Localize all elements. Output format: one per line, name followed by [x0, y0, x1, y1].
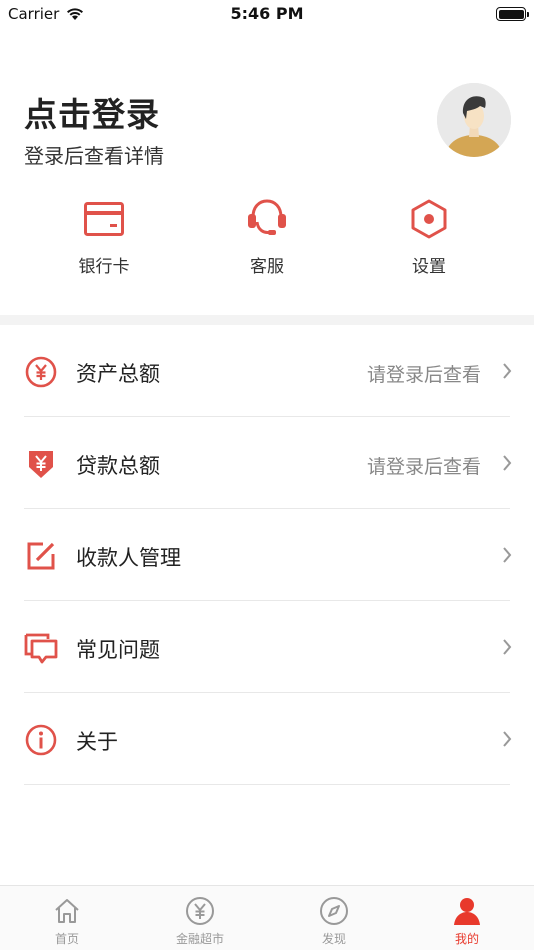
- yen-coin-icon: [186, 897, 214, 925]
- tab-mine[interactable]: 我的: [417, 896, 517, 947]
- tab-discover[interactable]: 发现: [284, 896, 384, 947]
- login-button[interactable]: 点击登录: [24, 88, 160, 136]
- chat-bubbles-icon: [24, 633, 58, 664]
- menu-item-total-assets[interactable]: 资产总额 请登录后查看: [0, 325, 534, 417]
- tab-label: 我的: [454, 932, 479, 946]
- customer-service-button[interactable]: 客服: [207, 196, 327, 277]
- tab-label: 发现: [321, 932, 346, 946]
- customer-service-label: 客服: [250, 257, 284, 277]
- menu-item-about[interactable]: 关于: [0, 693, 534, 785]
- menu-item-value: 请登录后查看: [366, 456, 481, 478]
- status-bar: Carrier 5:46 PM: [0, 0, 534, 30]
- headset-icon: [248, 199, 286, 235]
- chevron-right-icon: [503, 547, 512, 563]
- bank-card-button[interactable]: 银行卡: [44, 196, 164, 277]
- tab-label: 金融超市: [175, 932, 224, 946]
- chevron-right-icon: [503, 363, 512, 379]
- menu-item-label: 收款人管理: [76, 546, 181, 570]
- section-divider: [0, 315, 534, 325]
- quick-actions: 银行卡 客服 设置: [0, 196, 534, 286]
- bank-card-icon: [84, 202, 124, 236]
- settings-button[interactable]: 设置: [369, 196, 489, 277]
- yen-tag-icon: [29, 451, 53, 478]
- menu-item-value: 请登录后查看: [366, 364, 481, 386]
- tab-bar: 首页 金融超市 发现 我的: [0, 885, 534, 950]
- menu-item-label: 资产总额: [76, 362, 160, 386]
- tab-finance-market[interactable]: 金融超市: [150, 896, 250, 947]
- user-avatar-icon: [437, 83, 511, 157]
- settings-label: 设置: [412, 257, 446, 277]
- chevron-right-icon: [503, 455, 512, 471]
- chevron-right-icon: [503, 731, 512, 747]
- menu-list: 资产总额 请登录后查看 贷款总额 请登录后查看 收款人管理 常见问题 关于: [0, 325, 534, 785]
- menu-item-label: 常见问题: [76, 638, 160, 662]
- battery-icon: [496, 7, 529, 21]
- menu-item-label: 关于: [76, 730, 118, 754]
- compass-icon: [320, 897, 348, 925]
- home-icon: [55, 899, 79, 923]
- clock: 5:46 PM: [230, 4, 304, 23]
- chevron-right-icon: [503, 639, 512, 655]
- menu-item-faq[interactable]: 常见问题: [0, 601, 534, 693]
- login-subtitle: 登录后查看详情: [24, 144, 164, 168]
- edit-icon: [27, 542, 55, 570]
- settings-hexagon-icon: [411, 199, 447, 239]
- menu-item-label: 贷款总额: [76, 454, 160, 478]
- menu-item-total-loans[interactable]: 贷款总额 请登录后查看: [0, 417, 534, 509]
- tab-label: 首页: [54, 932, 79, 946]
- tab-home[interactable]: 首页: [17, 896, 117, 947]
- menu-item-payee-management[interactable]: 收款人管理: [0, 509, 534, 601]
- person-icon: [454, 898, 480, 925]
- info-icon: [25, 724, 57, 756]
- yen-circle-icon: [25, 356, 57, 388]
- bank-card-label: 银行卡: [78, 257, 130, 277]
- avatar[interactable]: [437, 83, 511, 157]
